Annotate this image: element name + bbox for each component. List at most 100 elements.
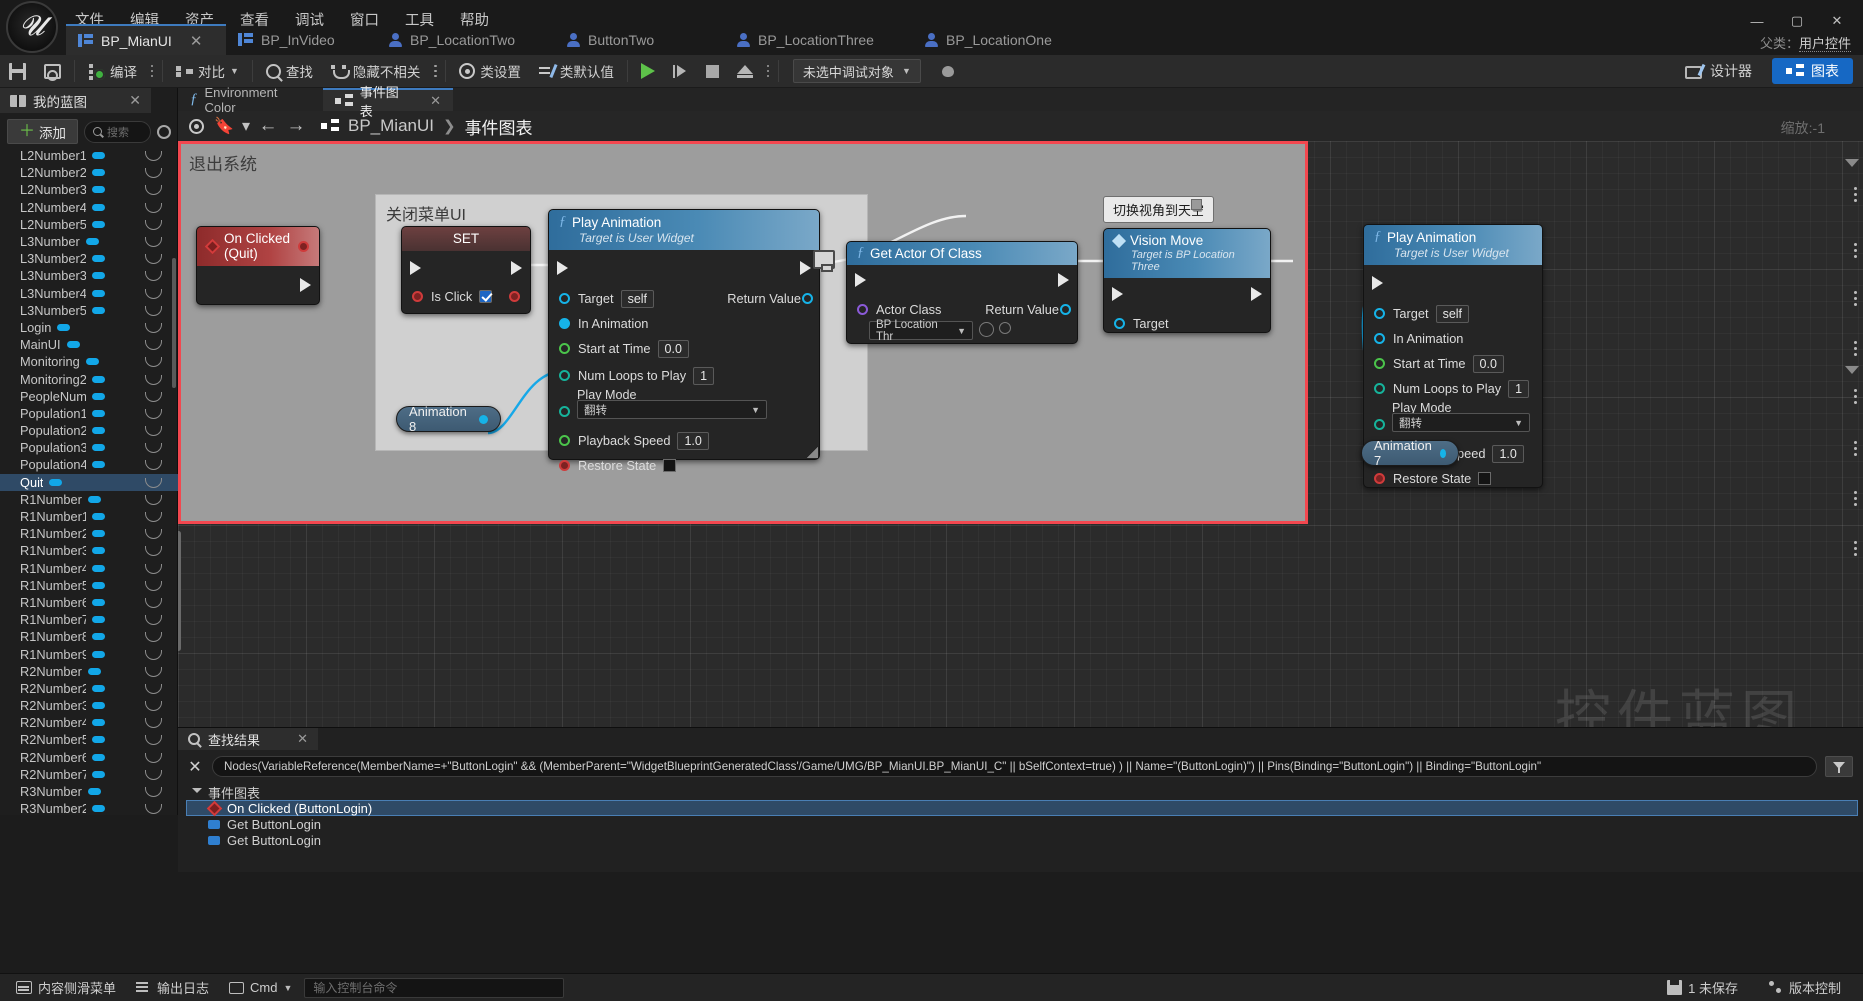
eye-icon[interactable] [145,512,162,523]
variable-row[interactable]: R1Number9 [0,645,178,662]
eye-icon[interactable] [145,632,162,643]
variable-row[interactable]: L3Number4 [0,285,178,302]
compile-options-button[interactable] [146,55,158,88]
gear-icon[interactable] [183,113,209,139]
variable-list[interactable]: L2Number1 L2Number2 L2Number3 L2Number4 L2Nu… [0,147,178,815]
parent-class-value[interactable]: 用户控件 [1798,36,1851,52]
node-animation-8[interactable]: Animation 8 [396,404,501,434]
minimize-button[interactable]: — [1739,8,1775,34]
variable-row[interactable]: L3Number3 [0,267,178,284]
eye-icon[interactable] [145,426,162,437]
variable-row[interactable]: R3Number2 [0,800,178,815]
debug-filter-button[interactable] [931,55,967,88]
num-loops-value[interactable]: 1 [1508,379,1530,398]
eye-icon[interactable] [145,718,162,729]
exec-out-pin[interactable] [511,261,522,275]
graph-tab-environment-color[interactable]: ƒ Environment Color [178,85,323,115]
exec-out-pin[interactable] [800,261,811,275]
variable-row[interactable]: R1Number1 [0,508,178,525]
forward-button[interactable]: → [283,113,309,139]
variable-row[interactable]: L2Number2 [0,164,178,181]
variable-row[interactable]: R1Number4 [0,560,178,577]
eye-icon[interactable] [145,408,162,419]
find-results-item[interactable]: On Clicked (ButtonLogin) [186,800,1858,816]
hide-unrelated-options-button[interactable] [429,55,441,88]
eye-icon[interactable] [145,649,162,660]
playback-speed-value[interactable]: 1.0 [1492,444,1524,463]
eye-icon[interactable] [145,460,162,471]
eject-button[interactable] [728,55,762,88]
asset-tab-bp-invideo[interactable]: BP_InVideo [226,24,376,55]
eye-icon[interactable] [145,374,162,385]
find-results-root[interactable]: 事件图表 [186,784,1863,801]
variable-row[interactable]: R1Number2 [0,525,178,542]
node-vision-move[interactable]: Vision Move Target is BP Location Three … [1103,228,1271,333]
variable-row[interactable]: R2Number2 [0,680,178,697]
variable-row[interactable]: R2Number4 [0,714,178,731]
node-options-button[interactable] [1854,541,1857,556]
variable-row[interactable]: Monitoring2 [0,370,178,387]
diff-button[interactable]: 对比 ▼ [167,55,248,88]
variable-row[interactable]: Monitoring [0,353,178,370]
variable-row[interactable]: R3Number [0,783,178,800]
actor-class-pin[interactable] [857,304,868,315]
playback-speed-value[interactable]: 1.0 [677,431,709,450]
variable-row[interactable]: Login [0,319,178,336]
eye-icon[interactable] [145,666,162,677]
is-click-in-pin[interactable] [412,291,423,302]
asset-tab-bp-locationtwo[interactable]: BP_LocationTwo [376,24,554,55]
save-button[interactable] [0,55,35,88]
scrollbar[interactable] [172,258,176,388]
close-icon[interactable]: ✕ [129,92,141,109]
variable-row[interactable]: Population4 [0,456,178,473]
node-set-is-click[interactable]: SET Is Click [401,226,531,314]
return-value-out-pin[interactable] [802,293,813,304]
eye-icon[interactable] [145,202,162,213]
source-control-button[interactable]: 版本控制 [1760,977,1849,999]
variable-row[interactable]: Population3 [0,439,178,456]
gear-icon[interactable] [157,124,171,139]
eye-icon[interactable] [145,787,162,798]
variable-row[interactable]: L3Number5 [0,302,178,319]
bookmark-icon[interactable]: 🔖 [211,113,237,139]
start-at-time-value[interactable]: 0.0 [1472,354,1504,373]
target-value[interactable]: self [620,289,655,308]
watch-monitor-icon[interactable] [813,250,835,272]
graph-tab-event-graph[interactable]: 事件图表 ✕ [323,85,453,119]
node-options-button[interactable] [1854,291,1857,306]
eye-icon[interactable] [145,357,162,368]
variable-row[interactable]: R2Number5 [0,731,178,748]
eye-icon[interactable] [145,701,162,712]
variable-row[interactable]: Quit [0,473,178,491]
clear-search-button[interactable]: ✕ [186,758,204,776]
find-results-item[interactable]: Get ButtonLogin [186,832,1863,848]
exec-out-pin[interactable] [1251,287,1262,301]
play-mode-dropdown[interactable]: 翻转 ▼ [1392,413,1530,432]
variable-row[interactable]: L2Number1 [0,147,178,164]
animation-7-out-pin[interactable] [1439,448,1446,458]
eye-icon[interactable] [145,271,162,282]
close-icon[interactable]: ✕ [297,731,308,747]
exec-in-pin[interactable] [855,273,866,287]
variable-row[interactable]: L3Number2 [0,250,178,267]
exec-in-pin[interactable] [410,261,421,275]
target-in-pin[interactable] [1114,318,1125,329]
animation-8-out-pin[interactable] [479,414,488,424]
eye-icon[interactable] [145,683,162,694]
node-options-button[interactable] [1854,389,1857,404]
restore-state-pin[interactable] [1374,473,1385,484]
eye-icon[interactable] [145,477,162,488]
asset-tab-bp-locationthree[interactable]: BP_LocationThree [724,24,912,55]
start-at-time-value[interactable]: 0.0 [657,339,689,358]
exec-in-pin[interactable] [1112,287,1123,301]
node-animation-7[interactable]: Animation 7 [1361,438,1459,468]
num-loops-value[interactable]: 1 [693,366,715,385]
designer-mode-button[interactable]: 设计器 [1671,58,1766,84]
play-options-button[interactable] [762,55,774,88]
variable-row[interactable]: L2Number3 [0,181,178,198]
browse-button[interactable] [35,55,70,88]
target-value[interactable]: self [1435,304,1470,323]
eye-icon[interactable] [145,168,162,179]
variable-row[interactable]: R1Number3 [0,542,178,559]
variable-row[interactable]: MainUI [0,336,178,353]
